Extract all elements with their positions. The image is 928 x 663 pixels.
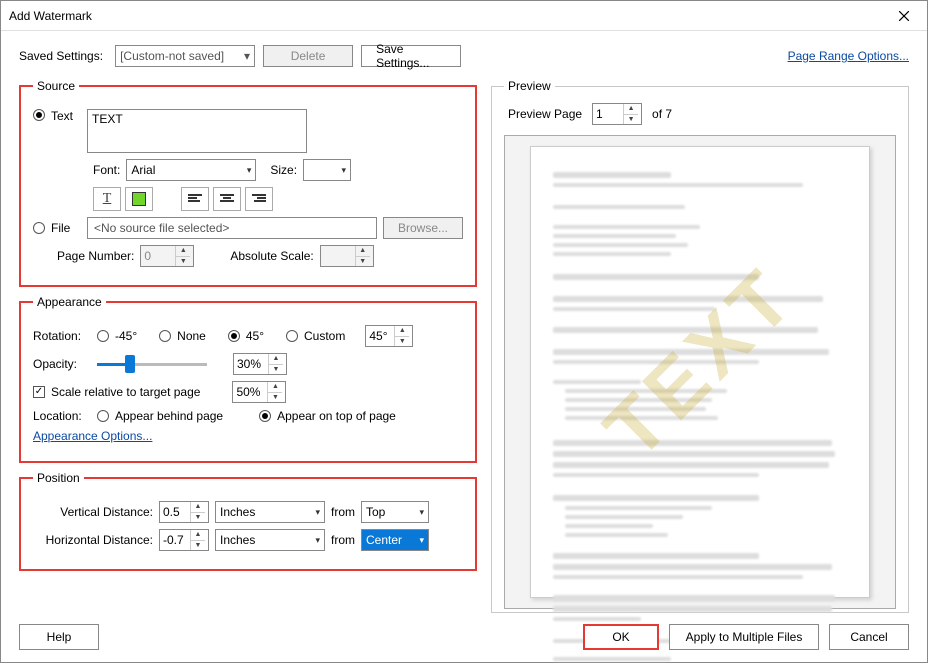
text-radio-label: Text <box>51 109 81 123</box>
chevron-down-icon: ▾ <box>415 507 424 518</box>
dialog-footer: Help OK Apply to Multiple Files Cancel <box>19 624 909 650</box>
align-center-icon[interactable] <box>213 187 241 211</box>
spin-up-icon[interactable]: ▲ <box>191 502 205 513</box>
preview-fieldset: Preview Preview Page ▲▼ of 7 <box>491 79 909 613</box>
size-dropdown[interactable]: ▾ <box>303 159 351 181</box>
spin-up-icon[interactable]: ▲ <box>395 326 409 337</box>
rotation-label: Rotation: <box>33 329 91 343</box>
cancel-button[interactable]: Cancel <box>829 624 909 650</box>
chevron-down-icon: ▾ <box>243 165 252 176</box>
spin-down-icon: ▼ <box>356 257 370 267</box>
file-radio-label: File <box>51 221 81 235</box>
appearance-options-link[interactable]: Appearance Options... <box>33 429 152 443</box>
spin-down-icon[interactable]: ▼ <box>624 115 638 125</box>
spin-up-icon: ▲ <box>176 246 190 257</box>
close-button[interactable] <box>881 1 927 31</box>
source-legend: Source <box>33 79 79 93</box>
rotation-45-radio[interactable] <box>228 330 240 342</box>
spin-down-icon: ▼ <box>176 257 190 267</box>
appearance-legend: Appearance <box>33 295 106 309</box>
preview-of-label: of 7 <box>652 107 672 121</box>
apply-multiple-button[interactable]: Apply to Multiple Files <box>669 624 819 650</box>
source-file-field: <No source file selected> <box>87 217 377 239</box>
location-label: Location: <box>33 409 91 423</box>
opacity-slider[interactable] <box>97 355 207 373</box>
spin-down-icon[interactable]: ▼ <box>269 365 283 375</box>
align-left-icon[interactable] <box>181 187 209 211</box>
horizontal-distance-spinner[interactable]: ▲▼ <box>159 529 209 551</box>
chevron-down-icon: ▾ <box>338 165 347 176</box>
font-dropdown[interactable]: Arial▾ <box>126 159 256 181</box>
horizontal-from-dropdown[interactable]: Center▾ <box>361 529 429 551</box>
saved-settings-row: Saved Settings: [Custom-not saved] ▾ Del… <box>19 45 909 67</box>
vertical-unit-dropdown[interactable]: Inches▾ <box>215 501 325 523</box>
scale-relative-checkbox[interactable]: ✓ <box>33 386 45 398</box>
opacity-label: Opacity: <box>33 357 91 371</box>
preview-viewport: TEXT <box>504 135 896 609</box>
browse-button[interactable]: Browse... <box>383 217 463 239</box>
location-behind-radio[interactable] <box>97 410 109 422</box>
vertical-distance-label: Vertical Distance: <box>33 505 153 519</box>
location-top-radio[interactable] <box>259 410 271 422</box>
ok-button[interactable]: OK <box>583 624 659 650</box>
spin-up-icon[interactable]: ▲ <box>269 354 283 365</box>
spin-up-icon: ▲ <box>356 246 370 257</box>
preview-legend: Preview <box>504 79 555 93</box>
opacity-spinner[interactable]: ▲▼ <box>233 353 287 375</box>
help-button[interactable]: Help <box>19 624 99 650</box>
text-color-icon[interactable] <box>125 187 153 211</box>
spin-down-icon[interactable]: ▼ <box>191 541 205 551</box>
underline-icon[interactable]: T <box>93 187 121 211</box>
chevron-down-icon: ▾ <box>311 535 320 546</box>
chevron-down-icon: ▾ <box>415 535 424 546</box>
page-range-options-link[interactable]: Page Range Options... <box>788 49 909 63</box>
saved-settings-dropdown[interactable]: [Custom-not saved] ▾ <box>115 45 255 67</box>
file-radio[interactable] <box>33 222 45 234</box>
absolute-scale-spinner: ▲▼ <box>320 245 374 267</box>
window-title: Add Watermark <box>9 9 92 23</box>
page-number-label: Page Number: <box>57 249 134 263</box>
align-right-icon[interactable] <box>245 187 273 211</box>
spin-down-icon[interactable]: ▼ <box>191 513 205 523</box>
spin-up-icon[interactable]: ▲ <box>268 382 282 393</box>
position-fieldset: Position Vertical Distance: ▲▼ Inches▾ f… <box>19 471 477 571</box>
rotation-custom-spinner[interactable]: ▲▼ <box>365 325 413 347</box>
preview-page-label: Preview Page <box>508 107 582 121</box>
size-label: Size: <box>270 163 297 177</box>
horizontal-unit-dropdown[interactable]: Inches▾ <box>215 529 325 551</box>
watermark-text-input[interactable] <box>87 109 307 153</box>
font-label: Font: <box>93 163 120 177</box>
save-settings-button[interactable]: Save Settings... <box>361 45 461 67</box>
scale-relative-spinner[interactable]: ▲▼ <box>232 381 286 403</box>
titlebar: Add Watermark <box>1 1 927 31</box>
position-legend: Position <box>33 471 84 485</box>
absolute-scale-label: Absolute Scale: <box>230 249 313 263</box>
spin-up-icon[interactable]: ▲ <box>191 530 205 541</box>
spin-down-icon[interactable]: ▼ <box>395 337 409 347</box>
scale-relative-label: Scale relative to target page <box>51 385 200 399</box>
rotation-n45-radio[interactable] <box>97 330 109 342</box>
appearance-fieldset: Appearance Rotation: -45° None 45° Custo… <box>19 295 477 463</box>
saved-settings-label: Saved Settings: <box>19 49 107 63</box>
horizontal-distance-label: Horizontal Distance: <box>33 533 153 547</box>
vertical-distance-spinner[interactable]: ▲▼ <box>159 501 209 523</box>
vertical-from-dropdown[interactable]: Top▾ <box>361 501 429 523</box>
spin-down-icon[interactable]: ▼ <box>268 393 282 403</box>
spin-up-icon[interactable]: ▲ <box>624 104 638 115</box>
chevron-down-icon: ▾ <box>244 49 250 63</box>
delete-button[interactable]: Delete <box>263 45 353 67</box>
preview-document: TEXT <box>530 146 870 598</box>
preview-page-spinner[interactable]: ▲▼ <box>592 103 642 125</box>
page-number-spinner: ▲▼ <box>140 245 194 267</box>
rotation-custom-radio[interactable] <box>286 330 298 342</box>
rotation-none-radio[interactable] <box>159 330 171 342</box>
source-fieldset: Source Text Font: Arial▾ Size: ▾ <box>19 79 477 287</box>
chevron-down-icon: ▾ <box>311 507 320 518</box>
text-radio[interactable] <box>33 109 45 121</box>
